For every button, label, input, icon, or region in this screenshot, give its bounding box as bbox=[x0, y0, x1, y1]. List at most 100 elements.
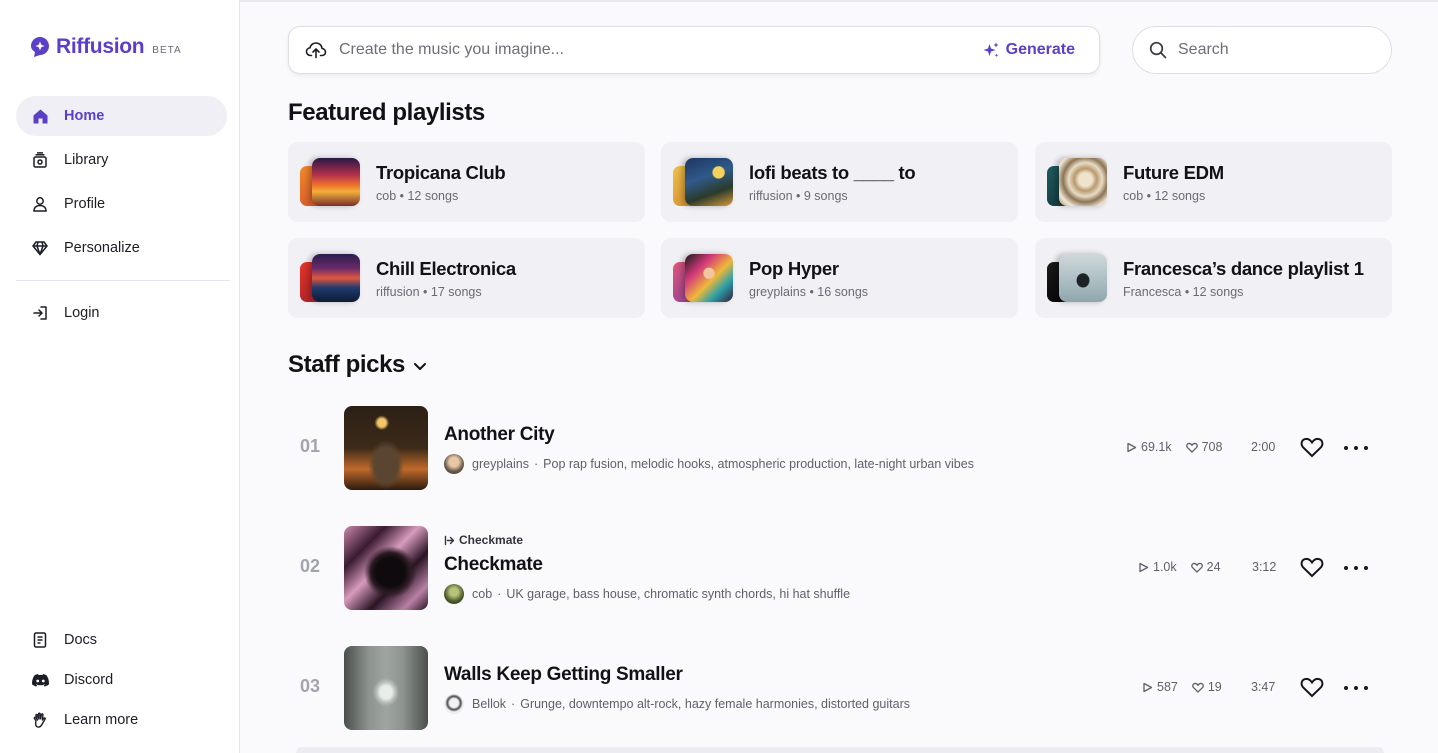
playlist-name: Pop Hyper bbox=[749, 258, 839, 279]
like-count: 19 bbox=[1191, 680, 1222, 694]
riffusion-logo-icon bbox=[31, 37, 49, 57]
main-nav: Home Library Profile Personalize bbox=[16, 96, 227, 272]
nav-item-learn-more[interactable]: Learn more bbox=[16, 700, 227, 740]
hand-wave-icon bbox=[31, 711, 49, 729]
track-row[interactable]: 01 Another City greyplains · Pop rap fusio… bbox=[288, 406, 1392, 506]
heart-outline-icon[interactable] bbox=[1300, 436, 1324, 458]
like-count: 708 bbox=[1185, 440, 1223, 454]
chevron-down-icon bbox=[413, 363, 426, 370]
track-duration: 3:12 bbox=[1252, 560, 1277, 574]
playlist-meta: riffusion • 9 songs bbox=[749, 189, 848, 203]
search-input[interactable] bbox=[1178, 41, 1358, 59]
beta-badge: BETA bbox=[152, 44, 182, 56]
prompt-input[interactable] bbox=[339, 41, 983, 59]
avatar[interactable] bbox=[444, 584, 464, 604]
cloud-upload-icon[interactable] bbox=[305, 39, 327, 61]
like-count-value: 24 bbox=[1206, 560, 1221, 574]
playlist-meta: Francesca • 12 songs bbox=[1123, 285, 1244, 299]
track-title[interactable]: Another City bbox=[444, 424, 555, 446]
artist-name[interactable]: greyplains bbox=[472, 457, 529, 471]
nav-divider bbox=[16, 280, 230, 281]
nav-item-discord[interactable]: Discord bbox=[16, 660, 227, 700]
generate-button[interactable]: Generate bbox=[983, 41, 1075, 59]
play-count-value: 1.0k bbox=[1153, 560, 1177, 574]
playlist-cover bbox=[1047, 254, 1109, 302]
track-cover[interactable] bbox=[344, 406, 428, 490]
staff-picks-title[interactable]: Staff picks bbox=[288, 351, 427, 379]
diamond-icon bbox=[31, 239, 49, 257]
play-count: 587 bbox=[1142, 680, 1178, 694]
playlist-name: lofi beats to ____ to bbox=[749, 162, 916, 183]
playlist-cover bbox=[673, 158, 735, 206]
playlist-card[interactable]: Chill Electronica riffusion • 17 songs bbox=[288, 238, 645, 318]
nav-item-login[interactable]: Login bbox=[16, 293, 227, 333]
nav-label-learn-more: Learn more bbox=[64, 712, 139, 728]
more-options-icon[interactable] bbox=[1344, 678, 1368, 698]
playlist-cover bbox=[1047, 158, 1109, 206]
play-count: 69.1k bbox=[1126, 440, 1172, 454]
track-cover[interactable] bbox=[344, 646, 428, 730]
nav-label-discord: Discord bbox=[64, 672, 114, 688]
playlist-meta: greyplains • 16 songs bbox=[749, 285, 869, 299]
track-cover[interactable] bbox=[344, 526, 428, 610]
track-title[interactable]: Walls Keep Getting Smaller bbox=[444, 664, 683, 686]
playlist-grid: Tropicana Club cob • 12 songs lofi beats… bbox=[288, 142, 1392, 318]
nav-item-docs[interactable]: Docs bbox=[16, 620, 227, 660]
nav-item-personalize[interactable]: Personalize bbox=[16, 228, 227, 268]
track-description: greyplains · Pop rap fusion, melodic hooks… bbox=[472, 457, 974, 471]
more-options-icon[interactable] bbox=[1344, 438, 1368, 458]
playlist-name: Chill Electronica bbox=[376, 258, 516, 279]
artist-name[interactable]: cob bbox=[472, 587, 492, 601]
playlist-meta: cob • 12 songs bbox=[376, 189, 459, 203]
playlist-name: Francesca’s dance playlist 1 bbox=[1123, 258, 1364, 279]
track-title[interactable]: Checkmate bbox=[444, 554, 543, 576]
playlist-card[interactable]: Pop Hyper greyplains • 16 songs bbox=[661, 238, 1018, 318]
featured-playlists-title: Featured playlists bbox=[288, 99, 485, 126]
discord-icon bbox=[31, 671, 49, 689]
nav-item-library[interactable]: Library bbox=[16, 140, 227, 180]
playlist-card[interactable]: Tropicana Club cob • 12 songs bbox=[288, 142, 645, 222]
sparkle-icon bbox=[983, 42, 999, 57]
playlist-card[interactable]: lofi beats to ____ to riffusion • 9 song… bbox=[661, 142, 1018, 222]
track-description: cob · UK garage, bass house, chromatic syn… bbox=[472, 587, 851, 601]
parent-track-name: Checkmate bbox=[459, 533, 524, 547]
nav-label-home: Home bbox=[64, 108, 105, 124]
more-options-icon[interactable] bbox=[1344, 558, 1368, 578]
playlist-cover bbox=[300, 254, 362, 302]
sidebar: Riffusion BETA Home Library Profile Pers… bbox=[0, 0, 240, 753]
remix-arrow-icon bbox=[444, 535, 455, 545]
track-number: 03 bbox=[300, 676, 321, 696]
playlist-card[interactable]: Future EDM cob • 12 songs bbox=[1035, 142, 1392, 222]
artist-name[interactable]: Bellok bbox=[472, 697, 506, 711]
playlist-card[interactable]: Francesca’s dance playlist 1 Francesca •… bbox=[1035, 238, 1392, 318]
staff-picks-label: Staff picks bbox=[288, 351, 405, 378]
track-number: 02 bbox=[300, 556, 321, 576]
parent-track-link[interactable]: Checkmate bbox=[444, 533, 523, 547]
playlist-name: Future EDM bbox=[1123, 162, 1224, 183]
track-stats: 69.1k 708 bbox=[1126, 440, 1236, 454]
play-count-value: 587 bbox=[1157, 680, 1178, 694]
like-count-value: 708 bbox=[1201, 440, 1223, 454]
track-number: 01 bbox=[300, 436, 321, 456]
avatar[interactable] bbox=[444, 454, 464, 474]
track-tags: Grunge, downtempo alt-rock, hazy female … bbox=[520, 697, 910, 711]
nav-item-profile[interactable]: Profile bbox=[16, 184, 227, 224]
playlist-meta: riffusion • 17 songs bbox=[376, 285, 482, 299]
track-duration: 2:00 bbox=[1251, 440, 1276, 454]
track-row[interactable]: 02 Checkmate Checkmate cob · UK garage, ba… bbox=[288, 526, 1392, 626]
track-subtitle: cob · UK garage, bass house, chromatic syn… bbox=[444, 584, 850, 604]
nav-label-library: Library bbox=[64, 152, 109, 168]
track-stats: 1.0k 24 bbox=[1138, 560, 1235, 574]
nav-item-home[interactable]: Home bbox=[16, 96, 227, 136]
track-subtitle: greyplains · Pop rap fusion, melodic hooks… bbox=[444, 454, 974, 474]
nav-label-personalize: Personalize bbox=[64, 240, 140, 256]
like-count-value: 19 bbox=[1207, 680, 1222, 694]
track-tags: UK garage, bass house, chromatic synth c… bbox=[506, 587, 851, 601]
heart-icon bbox=[1191, 682, 1204, 693]
heart-outline-icon[interactable] bbox=[1300, 676, 1324, 698]
heart-outline-icon[interactable] bbox=[1300, 556, 1324, 578]
track-row[interactable]: 03 Walls Keep Getting Smaller Bellok · Gru… bbox=[288, 646, 1392, 746]
avatar[interactable] bbox=[444, 694, 464, 714]
brand-logo[interactable]: Riffusion BETA bbox=[30, 35, 182, 59]
login-icon bbox=[31, 304, 49, 322]
